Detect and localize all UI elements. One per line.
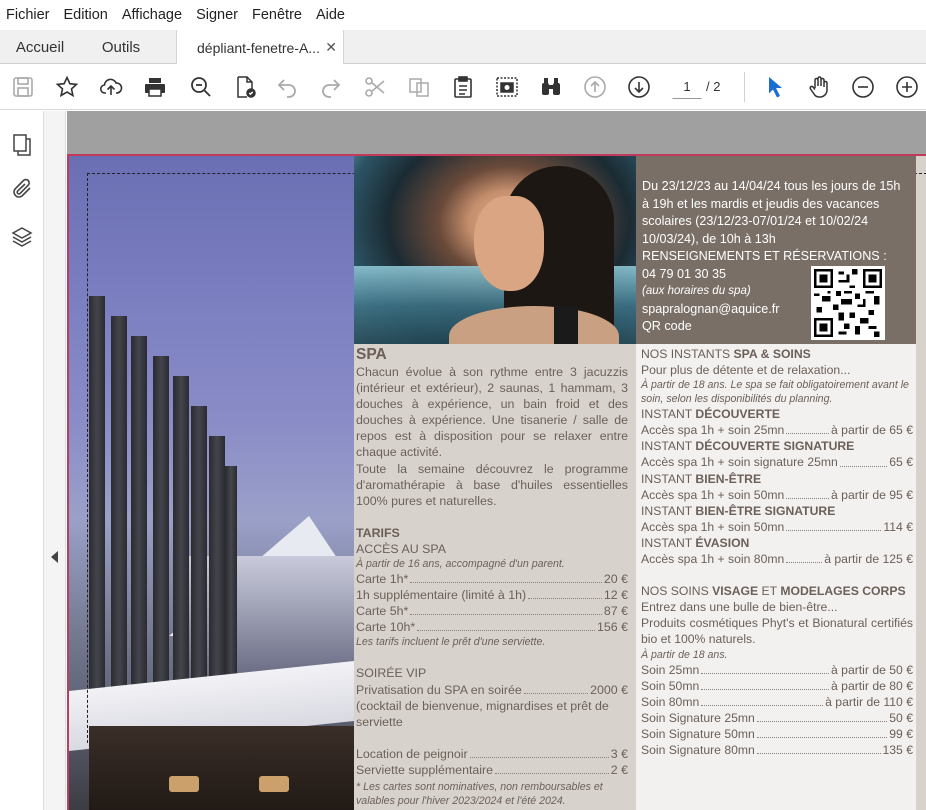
binoculars-icon[interactable]	[538, 74, 564, 100]
document-check-icon[interactable]	[232, 74, 258, 100]
print-icon[interactable]	[142, 74, 168, 100]
menu-aide[interactable]: Aide	[316, 7, 345, 23]
price-row: Accès spa 1h + soin 80mn à partir de 125 …	[641, 552, 913, 567]
tarifs-title: TARIFS	[356, 525, 400, 540]
menu-edition[interactable]: Edition	[64, 7, 108, 23]
mountain-lodge-photo	[69, 156, 354, 810]
previous-page-icon[interactable]	[582, 74, 608, 100]
spa-column: SPA Chacun évolue à son rythme entre 3 j…	[356, 346, 628, 807]
clipboard-icon[interactable]	[450, 74, 476, 100]
price-row: Accès spa 1h + soin 50mn 114 €	[641, 519, 913, 534]
tab-bar: Accueil Outils dépliant-fenetre-A... ✕	[0, 30, 926, 65]
qr-code	[811, 266, 885, 340]
soins-title: NOS SOINS VISAGE ET MODELAGES CORPS	[641, 584, 906, 599]
footnote: * Les cartes sont nominatives, non rembo…	[356, 780, 603, 807]
document-viewport[interactable]: Du 23/12/23 au 14/04/24 tous les jours d…	[67, 111, 926, 810]
acces-title: ACCÈS AU SPA	[356, 541, 446, 556]
instant-title: INSTANT BIEN-ÊTRE	[641, 471, 762, 486]
instant-title: INSTANT DÉCOUVERTE SIGNATURE	[641, 439, 855, 454]
copy-icon[interactable]	[406, 74, 432, 100]
price-row: Carte 5h* 87 €	[356, 604, 628, 619]
menu-bar: Fichier Edition Affichage Signer Fenêtre…	[0, 0, 926, 30]
toolbar-divider	[744, 72, 745, 102]
select-cursor-icon[interactable]	[762, 74, 788, 100]
instant-title: INSTANT DÉCOUVERTE	[641, 407, 781, 422]
page-number-input[interactable]: 1	[672, 75, 702, 99]
undo-icon[interactable]	[274, 74, 300, 100]
redo-icon[interactable]	[318, 74, 344, 100]
collapse-arrow-icon[interactable]	[51, 551, 58, 563]
layers-icon[interactable]	[10, 225, 34, 249]
spa-woman-photo	[354, 156, 636, 344]
soiree-title: SOIRÉE VIP	[356, 666, 427, 681]
tab-document-label: dépliant-fenetre-A...	[197, 39, 320, 56]
cloud-upload-icon[interactable]	[98, 74, 124, 100]
hand-tool-icon[interactable]	[806, 74, 832, 100]
price-row: Accès spa 1h + soin 50mn à partir de 95 €	[641, 487, 913, 502]
menu-fenetre[interactable]: Fenêtre	[252, 7, 302, 23]
zoom-out-search-icon[interactable]	[188, 74, 214, 100]
zoom-out-icon[interactable]	[850, 74, 876, 100]
save-icon[interactable]	[10, 74, 36, 100]
scissors-icon[interactable]	[362, 74, 388, 100]
instant-title: INSTANT ÉVASION	[641, 535, 750, 550]
attachment-icon[interactable]	[10, 177, 34, 201]
left-rail	[0, 111, 44, 810]
pdf-page: Du 23/12/23 au 14/04/24 tous les jours d…	[67, 154, 926, 810]
panel-splitter[interactable]	[44, 111, 66, 810]
menu-affichage[interactable]: Affichage	[122, 7, 182, 23]
instant-title: INSTANT BIEN-ÊTRE SIGNATURE	[641, 503, 836, 518]
snapshot-icon[interactable]	[494, 74, 520, 100]
price-row: Soin 25mn à partir de 50 €	[641, 662, 913, 677]
price-row: Location de peignoir 3 €	[356, 746, 628, 761]
star-icon[interactable]	[54, 74, 80, 100]
price-row: Carte 10h* 156 €	[356, 620, 628, 635]
price-row: Soin 80mn à partir de 110 €	[641, 694, 913, 709]
price-row: 1h supplémentaire (limité à 1h) 12 €	[356, 588, 628, 603]
price-row: Accès spa 1h + soin signature 25mn 65 €	[641, 455, 913, 470]
soins-column: NOS INSTANTS SPA & SOINS Pour plus de dé…	[641, 347, 913, 757]
price-row: Accès spa 1h + soin 25mn à partir de 65 €	[641, 423, 913, 438]
tab-home[interactable]: Accueil	[0, 30, 80, 64]
instants-title: NOS INSTANTS SPA & SOINS	[641, 347, 811, 361]
next-page-icon[interactable]	[626, 74, 652, 100]
price-row: Soin 50mn à partir de 80 €	[641, 678, 913, 693]
price-row: Carte 1h* 20 €	[356, 572, 628, 587]
price-row: Soin Signature 25mn 50 €	[641, 710, 913, 725]
spa-description: Chacun évolue à son rythme entre 3 jacuz…	[356, 365, 628, 460]
tab-document[interactable]: dépliant-fenetre-A... ✕	[176, 30, 344, 65]
crop-marker	[87, 173, 88, 743]
page-total: / 2	[706, 79, 721, 94]
info-box: Du 23/12/23 au 14/04/24 tous les jours d…	[636, 156, 916, 344]
pages-icon[interactable]	[10, 133, 34, 157]
spa-aromatherapy: Toute la semaine découvrez le programme …	[356, 461, 628, 508]
close-icon[interactable]: ✕	[325, 39, 337, 56]
price-row: Privatisation du SPA en soirée 2000 €	[356, 682, 628, 697]
menu-signer[interactable]: Signer	[196, 7, 238, 23]
toolbar: 1 / 2	[0, 64, 926, 110]
price-row: Soin Signature 80mn 135 €	[641, 742, 913, 757]
spa-title: SPA	[356, 346, 387, 363]
menu-fichier[interactable]: Fichier	[6, 7, 50, 23]
tab-tools[interactable]: Outils	[80, 30, 162, 64]
zoom-in-icon[interactable]	[894, 74, 920, 100]
price-row: Serviette supplémentaire 2 €	[356, 762, 628, 777]
price-row: Soin Signature 50mn 99 €	[641, 726, 913, 741]
